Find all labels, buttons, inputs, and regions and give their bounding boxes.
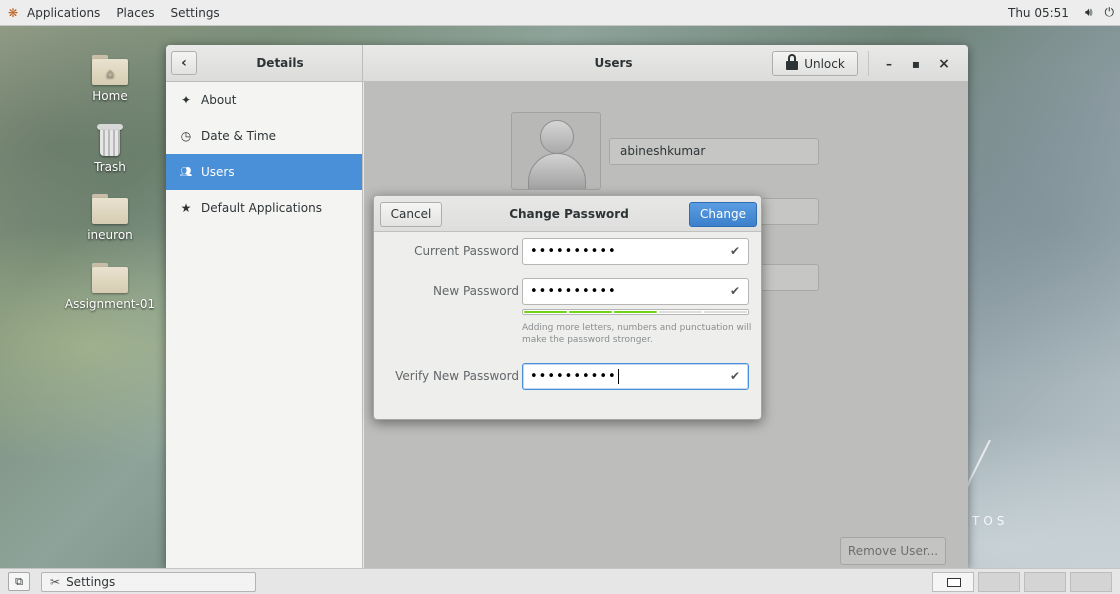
change-password-dialog: Cancel Change Password Change Current Pa… bbox=[373, 195, 762, 420]
desktop-icon-home[interactable]: ⌂ Home bbox=[55, 55, 165, 103]
show-desktop-icon: ⧉ bbox=[15, 575, 23, 588]
tools-icon: ✂ bbox=[50, 575, 61, 589]
bottom-panel: ⧉ ✂ Settings bbox=[0, 568, 1120, 594]
sidebar-item-about[interactable]: ✦ About bbox=[166, 82, 362, 118]
top-panel: ❋ Applications Places Settings Thu 05:51… bbox=[0, 0, 1120, 26]
trash-icon bbox=[97, 124, 123, 156]
volume-icon[interactable]: 🔊︎ bbox=[1079, 5, 1099, 20]
new-password-value: •••••••••• bbox=[530, 284, 617, 299]
sidebar-header: ‹ Details bbox=[166, 45, 363, 82]
window-title-wrap: Users bbox=[363, 56, 968, 70]
star-icon: ✦ bbox=[180, 93, 192, 107]
taskbar-item-label: Settings bbox=[66, 575, 116, 589]
desktop-icon-label: ineuron bbox=[87, 228, 133, 242]
current-password-label: Current Password bbox=[414, 244, 519, 258]
settings-app-menu[interactable]: Settings bbox=[162, 0, 227, 25]
cancel-button[interactable]: Cancel bbox=[380, 202, 442, 227]
taskbar-item-settings[interactable]: ✂ Settings bbox=[41, 572, 256, 592]
change-button[interactable]: Change bbox=[689, 202, 757, 227]
places-menu[interactable]: Places bbox=[108, 0, 162, 25]
sidebar-item-users[interactable]: 👥︎ Users bbox=[166, 154, 362, 190]
strength-segment bbox=[614, 311, 657, 313]
workspace-1[interactable] bbox=[932, 572, 974, 592]
details-sidebar: ✦ About ◷ Date & Time 👥︎ Users ★ Default… bbox=[166, 82, 363, 568]
desktop-icon-label: Assignment-01 bbox=[64, 297, 156, 311]
avatar-head-shape bbox=[540, 120, 574, 154]
window-thumbnail bbox=[947, 578, 961, 587]
desktop-icon-assignment-01[interactable]: Assignment-01 bbox=[55, 263, 165, 311]
remove-user-button[interactable]: Remove User... bbox=[840, 537, 946, 565]
wallpaper-text: TOS bbox=[972, 514, 1009, 528]
desktop-icon-label: Trash bbox=[94, 160, 126, 174]
strength-segment bbox=[659, 311, 702, 313]
users-icon: 👥︎ bbox=[179, 166, 193, 178]
sidebar-item-default-applications[interactable]: ★ Default Applications bbox=[166, 190, 362, 226]
sidebar-item-label: Default Applications bbox=[201, 201, 322, 215]
applications-menu-label: Applications bbox=[27, 5, 101, 20]
unlock-button[interactable]: Unlock bbox=[772, 51, 858, 76]
power-icon[interactable]: ⏻ bbox=[1099, 5, 1120, 20]
headerbar-separator bbox=[868, 51, 869, 76]
top-panel-status-area: Thu 05:51 🔊︎ ⏻ bbox=[998, 0, 1120, 25]
settings-app-menu-label: Settings bbox=[170, 5, 220, 20]
window-headerbar: ‹ Details Users Unlock – ▪ × bbox=[166, 45, 968, 82]
strength-segment bbox=[704, 311, 747, 313]
check-icon: ✔ bbox=[729, 369, 740, 383]
password-field-behind bbox=[759, 264, 819, 291]
sidebar-item-date-time[interactable]: ◷ Date & Time bbox=[166, 118, 362, 154]
password-strength-bar bbox=[522, 309, 749, 315]
sidebar-item-label: About bbox=[201, 93, 237, 107]
account-type-field bbox=[759, 198, 819, 225]
verify-password-value: •••••••••• bbox=[530, 369, 617, 384]
sidebar-item-label: Date & Time bbox=[201, 129, 277, 143]
strength-segment bbox=[524, 311, 567, 313]
folder-icon bbox=[92, 263, 128, 293]
workspace-2[interactable] bbox=[978, 572, 1020, 592]
chevron-left-icon: ‹ bbox=[181, 55, 187, 71]
workspace-4[interactable] bbox=[1070, 572, 1112, 592]
home-folder-icon: ⌂ bbox=[92, 55, 128, 85]
strength-segment bbox=[569, 311, 612, 313]
folder-icon bbox=[92, 194, 128, 224]
window-title: Users bbox=[594, 56, 633, 70]
new-password-input[interactable]: •••••••••• ✔ bbox=[522, 278, 749, 305]
show-desktop-button[interactable]: ⧉ bbox=[8, 572, 30, 591]
sidebar-item-label: Users bbox=[201, 165, 235, 179]
check-icon: ✔ bbox=[729, 284, 740, 298]
verify-password-input[interactable]: •••••••••• ✔ bbox=[522, 363, 749, 390]
workspace-3[interactable] bbox=[1024, 572, 1066, 592]
lock-icon bbox=[785, 53, 799, 70]
user-avatar-button[interactable] bbox=[511, 112, 601, 190]
minimize-button[interactable]: – bbox=[880, 55, 898, 73]
avatar-body-shape bbox=[528, 153, 586, 189]
current-password-value: •••••••••• bbox=[530, 244, 617, 259]
desktop-icon-label: Home bbox=[92, 89, 128, 103]
dialog-body: Current Password •••••••••• ✔ New Passwo… bbox=[374, 232, 761, 419]
clock[interactable]: Thu 05:51 bbox=[998, 6, 1079, 20]
text-caret bbox=[617, 369, 619, 384]
user-name-field[interactable]: abineshkumar bbox=[609, 138, 819, 165]
close-button[interactable]: × bbox=[935, 55, 953, 73]
verify-password-label: Verify New Password bbox=[395, 369, 519, 383]
maximize-button[interactable]: ▪ bbox=[907, 55, 925, 73]
star-icon: ★ bbox=[180, 201, 192, 215]
password-strength-hint: Adding more letters, numbers and punctua… bbox=[522, 323, 752, 345]
back-button[interactable]: ‹ bbox=[171, 51, 197, 75]
check-icon: ✔ bbox=[729, 244, 740, 258]
clock-icon: ◷ bbox=[180, 129, 192, 143]
new-password-label: New Password bbox=[432, 284, 519, 298]
desktop-icon-ineuron[interactable]: ineuron bbox=[55, 194, 165, 242]
dialog-header: Cancel Change Password Change bbox=[374, 196, 761, 232]
places-menu-label: Places bbox=[116, 5, 155, 20]
current-password-input[interactable]: •••••••••• ✔ bbox=[522, 238, 749, 265]
applications-icon: ❋ bbox=[8, 5, 19, 20]
desktop-icon-trash[interactable]: Trash bbox=[55, 124, 165, 174]
dialog-title: Change Password bbox=[509, 207, 629, 221]
unlock-button-label: Unlock bbox=[804, 56, 845, 71]
sidebar-title: Details bbox=[256, 56, 304, 70]
applications-menu[interactable]: ❋ Applications bbox=[0, 0, 108, 25]
